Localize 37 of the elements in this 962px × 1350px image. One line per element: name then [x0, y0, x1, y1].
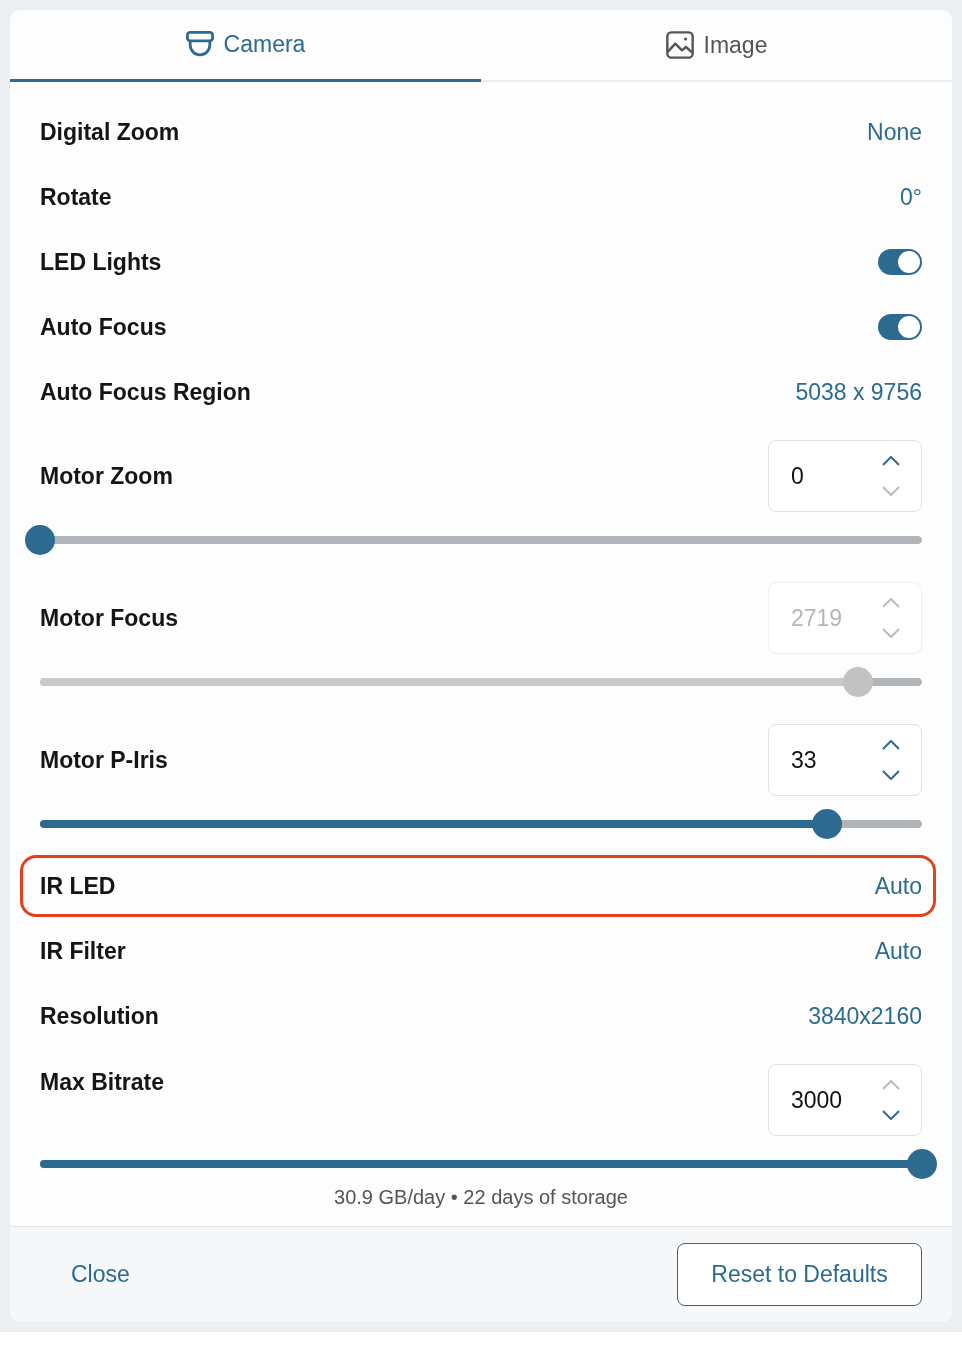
number-field[interactable]: 0 [768, 440, 922, 512]
setting-label: Motor Focus [40, 604, 178, 632]
toggle-switch[interactable] [878, 314, 922, 340]
number-field[interactable]: 3000 [768, 1064, 922, 1136]
slider-thumb[interactable] [811, 809, 842, 839]
setting-label: IR LED [40, 872, 116, 900]
camera-icon [185, 30, 214, 59]
storage-estimate: 30.9 GB/day • 22 days of storage [333, 1185, 629, 1209]
setting-label: Rotate [40, 183, 112, 211]
setting-value[interactable]: None [867, 118, 922, 146]
setting-value[interactable]: 5038 x 9756 [795, 378, 922, 406]
setting-label: Motor Zoom [40, 462, 173, 490]
image-icon [665, 31, 694, 59]
tab[interactable]: Image [481, 10, 952, 82]
number-field[interactable]: 33 [768, 724, 922, 796]
chevron-down-icon[interactable] [882, 1110, 900, 1120]
setting-label: Digital Zoom [40, 118, 180, 146]
chevron-up-icon[interactable] [882, 456, 900, 466]
slider-thumb[interactable] [907, 1149, 937, 1179]
tab[interactable]: Camera [10, 10, 481, 82]
setting-value[interactable]: Auto [874, 872, 922, 900]
setting-label: Resolution [40, 1002, 159, 1030]
close-button[interactable]: Close [71, 1255, 130, 1294]
toggle-switch[interactable] [878, 249, 922, 275]
setting-value[interactable]: Auto [874, 937, 922, 965]
chevron-down-icon[interactable] [882, 770, 900, 780]
setting-label: Auto Focus Region [40, 378, 251, 406]
setting-label: Motor P-Iris [40, 746, 168, 774]
setting-label: Auto Focus [40, 313, 167, 341]
chevron-up-icon[interactable] [882, 740, 900, 750]
slider-thumb[interactable] [25, 525, 55, 555]
reset-button[interactable]: Reset to Defaults [677, 1243, 922, 1306]
setting-value[interactable]: 0° [900, 183, 922, 211]
setting-label: Max Bitrate [40, 1069, 164, 1096]
setting-label: LED Lights [40, 248, 162, 276]
setting-label: IR Filter [40, 937, 126, 965]
setting-value[interactable]: 3840x2160 [808, 1002, 922, 1030]
